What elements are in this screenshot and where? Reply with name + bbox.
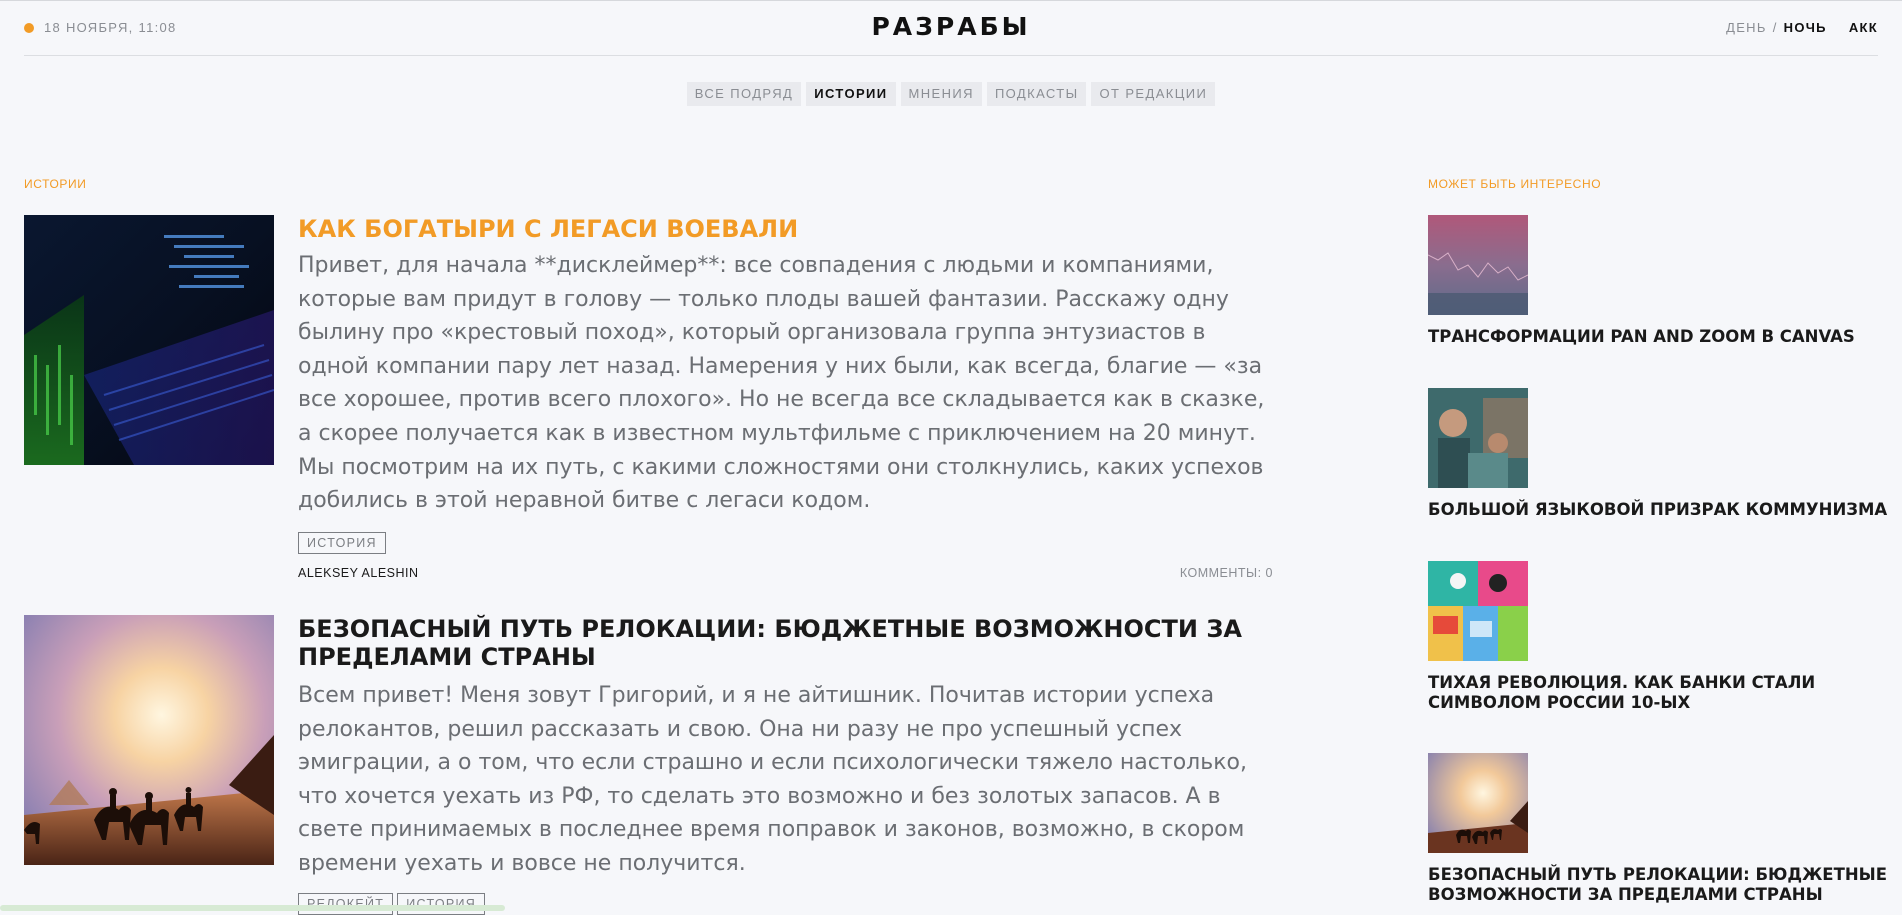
tag-story[interactable]: ИСТОРИЯ: [397, 893, 485, 915]
article-tags: РЕЛОКЕЙТ ИСТОРИЯ: [298, 893, 1273, 915]
tab-editorial[interactable]: ОТ РЕДАКЦИИ: [1091, 82, 1215, 106]
tab-stories[interactable]: ИСТОРИИ: [806, 82, 895, 106]
section-label-stories: ИСТОРИИ: [24, 177, 86, 191]
tab-podcasts[interactable]: ПОДКАСТЫ: [987, 82, 1087, 106]
sidebar-item[interactable]: ТРАНСФОРМАЦИИ PAN AND ZOOM В CANVAS: [1428, 215, 1898, 347]
sidebar-thumbnail: [1428, 388, 1528, 488]
article-title[interactable]: КАК БОГАТЫРИ С ЛЕГАСИ ВОЕВАЛИ: [298, 215, 1273, 243]
sidebar-item-title: БЕЗОПАСНЫЙ ПУТЬ РЕЛОКАЦИИ: БЮДЖЕТНЫЕ ВОЗ…: [1428, 865, 1898, 905]
people-image: [1428, 388, 1528, 488]
sidebar-item-title: ТИХАЯ РЕВОЛЮЦИЯ. КАК БАНКИ СТАЛИ СИМВОЛО…: [1428, 673, 1898, 713]
sidebar-item[interactable]: БОЛЬШОЙ ЯЗЫКОВОЙ ПРИЗРАК КОММУНИЗМА: [1428, 388, 1898, 520]
article-excerpt: Всем привет! Меня зовут Григорий, и я не…: [298, 679, 1273, 881]
article-thumbnail[interactable]: [24, 615, 274, 865]
article-card: БЕЗОПАСНЫЙ ПУТЬ РЕЛОКАЦИИ: БЮДЖЕТНЫЕ ВОЗ…: [24, 615, 1273, 911]
sidebar-item[interactable]: ТИХАЯ РЕВОЛЮЦИЯ. КАК БАНКИ СТАЛИ СИМВОЛО…: [1428, 561, 1898, 713]
sidebar-recommended: МОЖЕТ БЫТЬ ИНТЕРЕСНО ТРАНСФОРМАЦИИ PAN A…: [1428, 0, 1898, 911]
sidebar-item[interactable]: БЕЗОПАСНЫЙ ПУТЬ РЕЛОКАЦИИ: БЮДЖЕТНЫЕ ВОЗ…: [1428, 753, 1898, 905]
sidebar-thumbnail: [1428, 753, 1528, 853]
sidebar-item-title: БОЛЬШОЙ ЯЗЫКОВОЙ ПРИЗРАК КОММУНИЗМА: [1428, 500, 1898, 520]
article-excerpt: Привет, для начала **дисклеймер**: все с…: [298, 249, 1273, 518]
article-comments-count[interactable]: КОММЕНТЫ: 0: [1180, 566, 1273, 580]
tag-relocate[interactable]: РЕЛОКЕЙТ: [298, 893, 393, 915]
sidebar-item-title: ТРАНСФОРМАЦИИ PAN AND ZOOM В CANVAS: [1428, 327, 1898, 347]
article-body: БЕЗОПАСНЫЙ ПУТЬ РЕЛОКАЦИИ: БЮДЖЕТНЫЕ ВОЗ…: [298, 615, 1273, 915]
article-title[interactable]: БЕЗОПАСНЫЙ ПУТЬ РЕЛОКАЦИИ: БЮДЖЕТНЫЕ ВОЗ…: [298, 615, 1273, 671]
article-meta: ALEKSEY ALESHIN КОММЕНТЫ: 0: [298, 566, 1273, 580]
horizontal-scrollbar[interactable]: [0, 905, 505, 911]
tag-story[interactable]: ИСТОРИЯ: [298, 532, 386, 554]
tab-all[interactable]: ВСЕ ПОДРЯД: [687, 82, 801, 106]
article-tags: ИСТОРИЯ: [298, 532, 1273, 554]
chart-screen-image: [1428, 215, 1528, 315]
desert-camels-image: [24, 615, 274, 865]
article-card: КАК БОГАТЫРИ С ЛЕГАСИ ВОЕВАЛИ Привет, дл…: [24, 215, 1273, 595]
article-body: КАК БОГАТЫРИ С ЛЕГАСИ ВОЕВАЛИ Привет, дл…: [298, 215, 1273, 580]
article-author[interactable]: ALEKSEY ALESHIN: [298, 566, 419, 580]
desert-camels-image: [1428, 753, 1528, 853]
laptop-code-image: [24, 215, 274, 465]
banks-cards-image: [1428, 561, 1528, 661]
sidebar-thumbnail: [1428, 561, 1528, 661]
sidebar-thumbnail: [1428, 215, 1528, 315]
tab-opinions[interactable]: МНЕНИЯ: [901, 82, 982, 106]
article-thumbnail[interactable]: [24, 215, 274, 465]
sidebar-label: МОЖЕТ БЫТЬ ИНТЕРЕСНО: [1428, 177, 1601, 191]
